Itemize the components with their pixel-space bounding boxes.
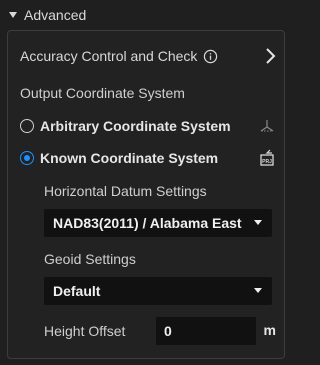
height-offset-label: Height Offset [44,323,126,339]
radio-button-unchecked[interactable] [20,119,34,133]
radio-label: Arbitrary Coordinate System [40,118,231,134]
chevron-right-icon[interactable] [264,47,276,65]
selected-value: NAD83(2011) / Alabama East [53,215,242,231]
prj-file-icon[interactable]: PRJ [258,149,276,167]
radio-label: Known Coordinate System [40,150,219,166]
accuracy-control-row[interactable]: Accuracy Control and Check [20,45,276,67]
caret-down-icon [9,12,17,18]
selected-value: Default [53,283,101,299]
dropdown-arrow-icon [254,220,262,225]
radio-button-checked[interactable] [20,151,34,165]
advanced-panel: Accuracy Control and Check Output Coordi… [7,30,285,359]
advanced-section-header[interactable]: Advanced [8,6,86,24]
radio-arbitrary-coordinate-system[interactable]: Arbitrary Coordinate System [20,115,276,137]
output-coordinate-heading: Output Coordinate System [20,85,185,101]
axes-icon [260,120,274,132]
info-icon[interactable] [203,49,218,64]
height-offset-row: Height Offset m [44,317,276,345]
geoid-settings-label: Geoid Settings [44,251,136,267]
horizontal-datum-select[interactable]: NAD83(2011) / Alabama East [44,209,272,237]
svg-text:PRJ: PRJ [262,159,272,165]
dropdown-arrow-icon [254,288,262,293]
section-title: Advanced [24,7,87,23]
geoid-select[interactable]: Default [44,277,272,305]
horizontal-datum-label: Horizontal Datum Settings [44,183,207,199]
radio-known-coordinate-system[interactable]: Known Coordinate System PRJ [20,147,276,169]
height-offset-input[interactable] [156,317,256,345]
accuracy-label: Accuracy Control and Check [20,48,198,64]
unit-label: m [263,322,276,338]
